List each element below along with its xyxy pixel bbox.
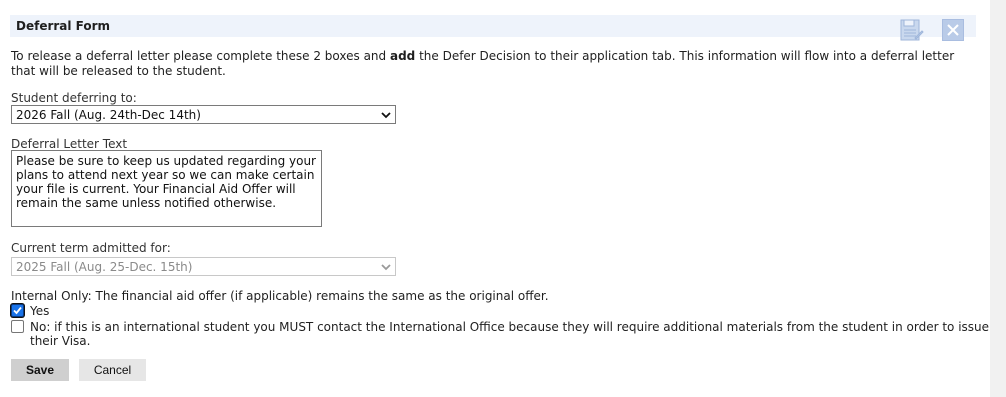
- no-checkbox[interactable]: [11, 320, 24, 333]
- current-term-select: 2025 Fall (Aug. 25-Dec. 15th): [11, 257, 396, 276]
- intro-text: To release a deferral letter please comp…: [11, 49, 955, 78]
- cancel-button[interactable]: Cancel: [79, 359, 146, 381]
- close-icon[interactable]: [942, 19, 964, 41]
- chevron-down-icon: [381, 112, 391, 119]
- yes-checkbox[interactable]: [11, 304, 24, 317]
- letter-text-label: Deferral Letter Text: [11, 137, 128, 151]
- chevron-down-icon: [381, 264, 391, 271]
- save-form-icon[interactable]: [898, 17, 924, 43]
- letter-text-area[interactable]: Please be sure to keep us updated regard…: [11, 150, 322, 227]
- deferring-to-value: 2026 Fall (Aug. 24th-Dec 14th): [16, 108, 201, 122]
- no-label: No: if this is an international student …: [30, 320, 990, 348]
- intro-bold-add: add: [389, 49, 416, 63]
- save-button[interactable]: Save: [11, 359, 69, 381]
- internal-only-label: Internal Only: The financial aid offer (…: [11, 289, 549, 303]
- current-term-value: 2025 Fall (Aug. 25-Dec. 15th): [16, 260, 193, 274]
- form-title-bar: Deferral Form: [10, 15, 976, 41]
- current-term-label: Current term admitted for:: [11, 241, 171, 255]
- deferring-to-label: Student deferring to:: [11, 91, 137, 105]
- checkmark-icon: [13, 306, 22, 315]
- deferring-to-select[interactable]: 2026 Fall (Aug. 24th-Dec 14th): [11, 105, 396, 124]
- form-title: Deferral Form: [16, 19, 111, 33]
- yes-label: Yes: [30, 304, 50, 318]
